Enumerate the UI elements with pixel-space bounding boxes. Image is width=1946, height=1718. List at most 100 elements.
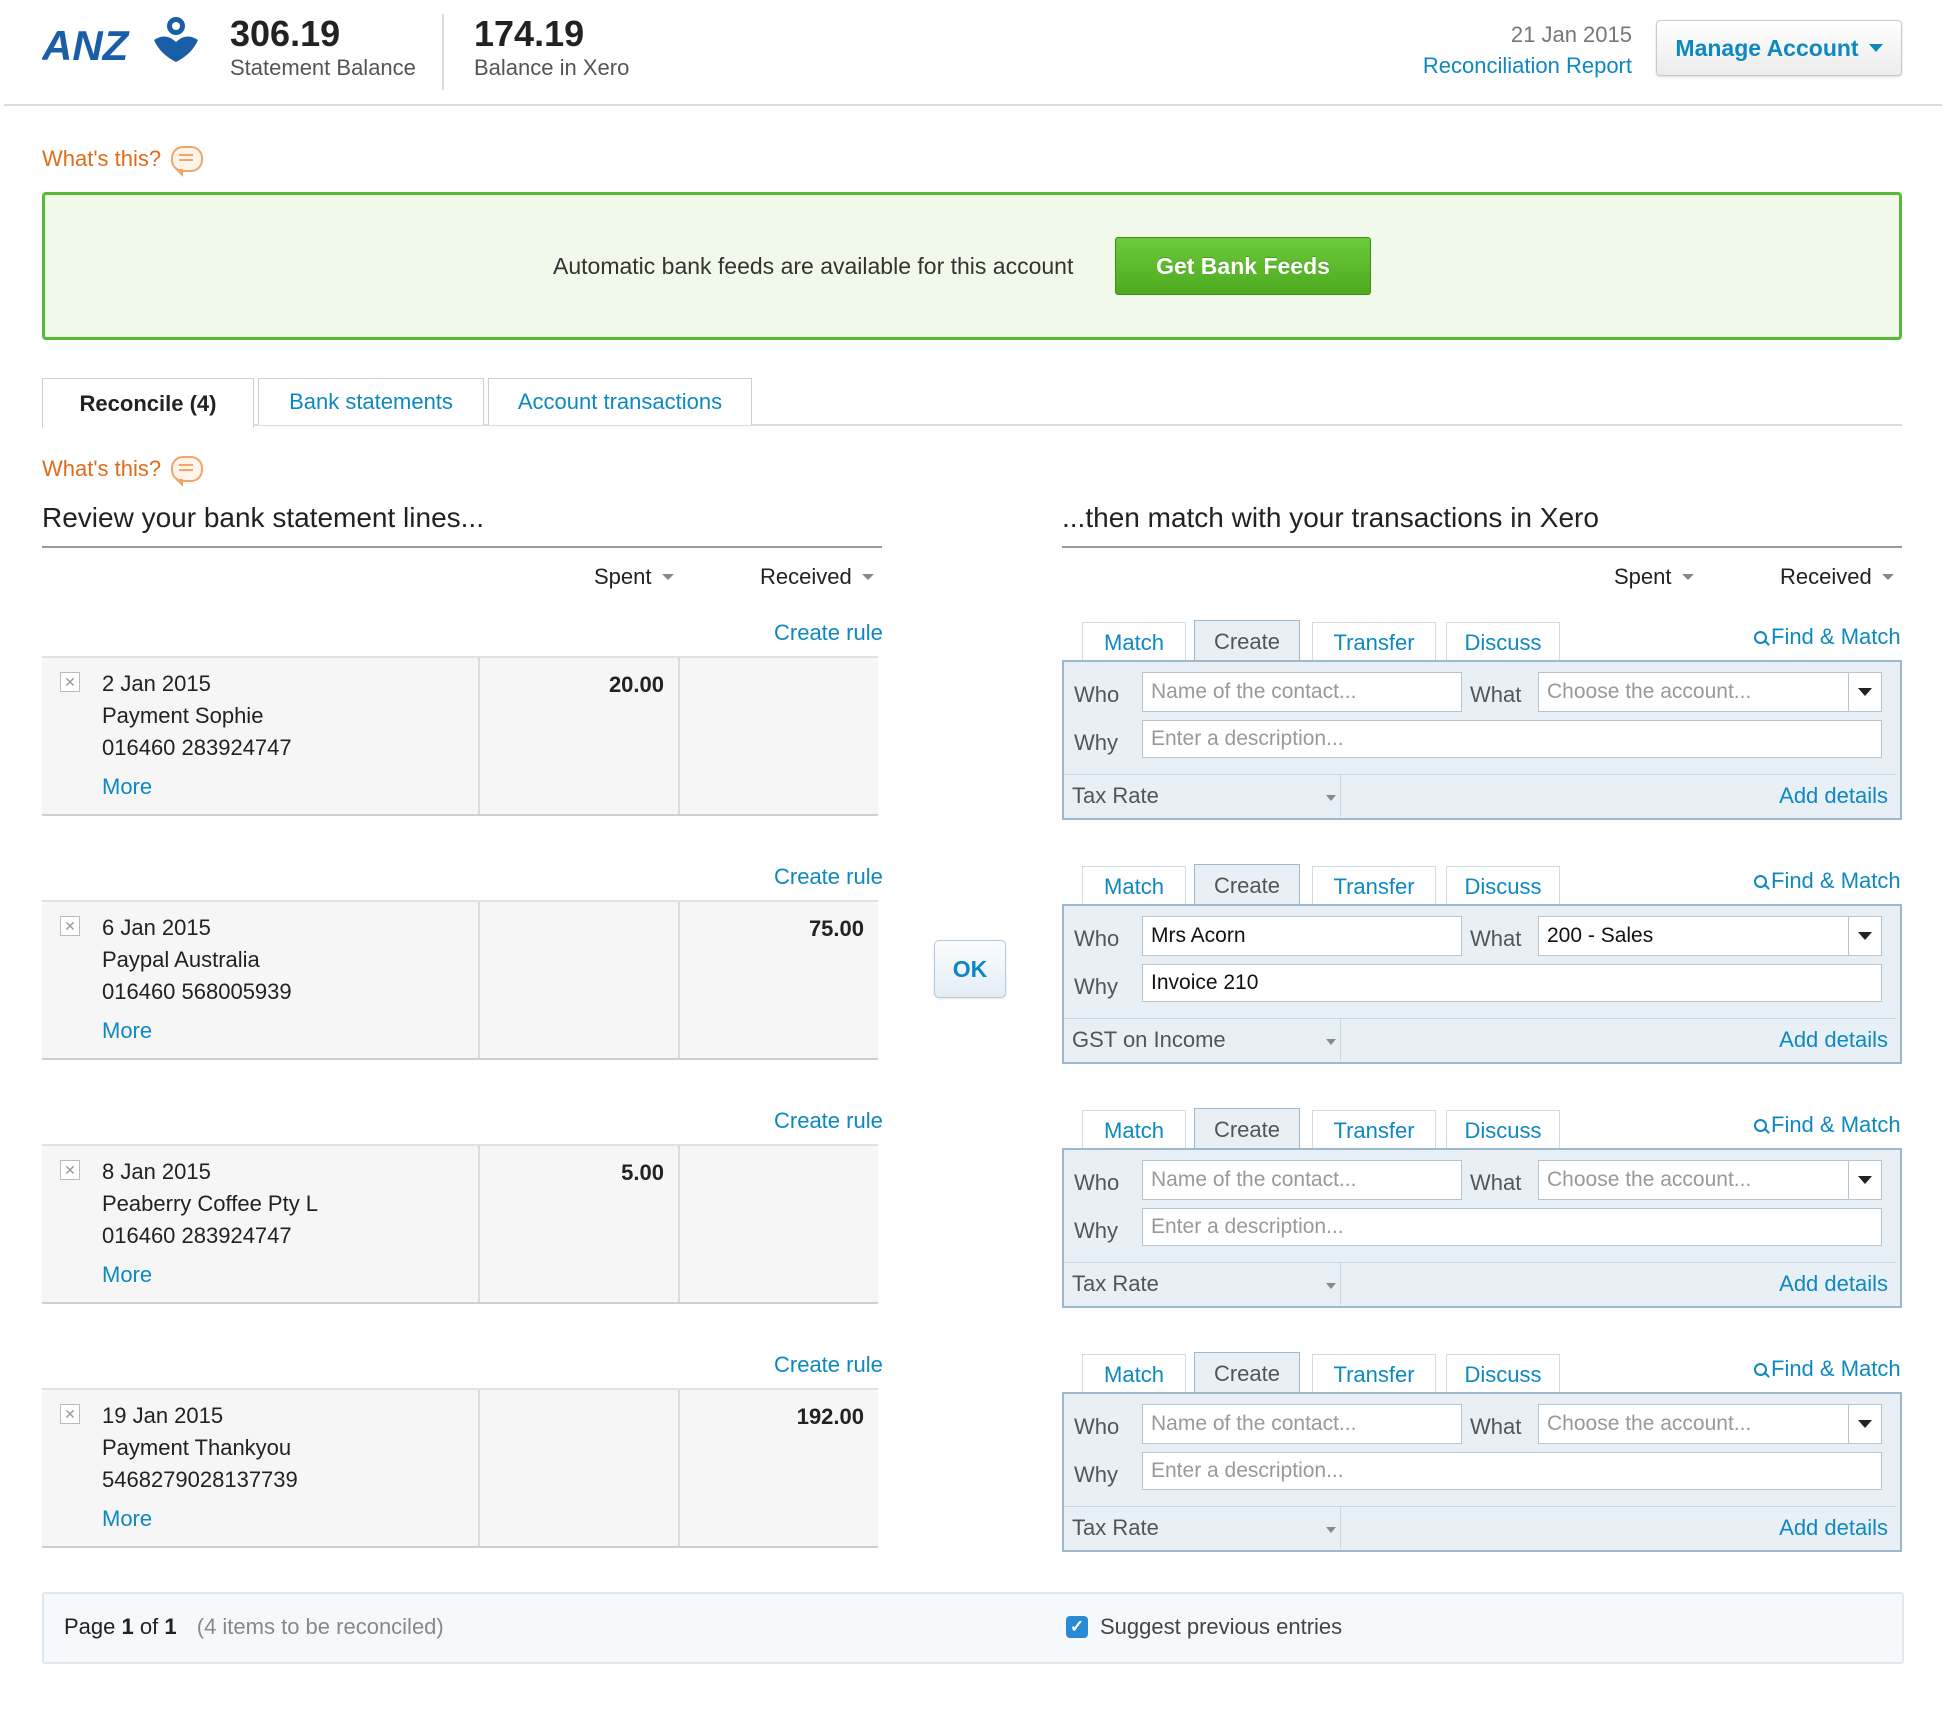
pagination-footer: Page 1 of 1 (4 items to be reconciled) ✓…: [42, 1592, 1904, 1664]
tab-reconcile[interactable]: Reconcile (4): [42, 378, 254, 428]
tax-rate-select[interactable]: GST on Income: [1064, 1019, 1341, 1061]
search-icon: [1754, 874, 1767, 888]
suggest-previous-entries[interactable]: ✓ Suggest previous entries: [1066, 1614, 1342, 1640]
find-match-link[interactable]: Find & Match: [1754, 1356, 1901, 1382]
left-received-sort[interactable]: Received: [760, 564, 874, 590]
right-received-sort[interactable]: Received: [1780, 564, 1894, 590]
create-rule-link[interactable]: Create rule: [774, 1352, 883, 1378]
why-input[interactable]: Enter a description...: [1142, 720, 1882, 758]
add-details-link[interactable]: Add details: [1779, 1027, 1888, 1053]
find-match-label: Find & Match: [1771, 868, 1901, 893]
more-link[interactable]: More: [102, 1018, 152, 1044]
statement-balance-label: Statement Balance: [230, 55, 416, 80]
get-bank-feeds-button[interactable]: Get Bank Feeds: [1115, 237, 1371, 295]
tax-rate-select[interactable]: Tax Rate: [1064, 775, 1341, 817]
who-input[interactable]: Mrs Acorn: [1142, 916, 1462, 956]
ok-button[interactable]: OK: [934, 940, 1006, 998]
chevron-down-icon: [1326, 1039, 1336, 1045]
create-rule-link[interactable]: Create rule: [774, 864, 883, 890]
dropdown-arrow-icon[interactable]: [1848, 673, 1881, 711]
find-match-link[interactable]: Find & Match: [1754, 1112, 1901, 1138]
right-title-rule: [1062, 546, 1902, 548]
tab-transfer[interactable]: Transfer: [1312, 1354, 1436, 1395]
more-link[interactable]: More: [102, 1262, 152, 1288]
find-match-link[interactable]: Find & Match: [1754, 624, 1901, 650]
whats-this-link-2[interactable]: What's this?: [42, 456, 204, 487]
right-spent-sort[interactable]: Spent: [1614, 564, 1694, 590]
tab-create[interactable]: Create: [1194, 1352, 1300, 1395]
what-select[interactable]: Choose the account...: [1538, 1160, 1882, 1200]
why-value: Enter a description...: [1151, 1215, 1344, 1238]
manage-account-label: Manage Account: [1675, 34, 1859, 61]
tax-rate-select[interactable]: Tax Rate: [1064, 1507, 1341, 1549]
left-spent-sort[interactable]: Spent: [594, 564, 674, 590]
create-rule-link[interactable]: Create rule: [774, 620, 883, 646]
close-icon[interactable]: ✕: [60, 916, 80, 936]
dropdown-arrow-icon[interactable]: [1848, 1161, 1881, 1199]
tab-create[interactable]: Create: [1194, 864, 1300, 907]
tab-transfer[interactable]: Transfer: [1312, 1110, 1436, 1151]
whats-this-label: What's this?: [42, 146, 162, 171]
close-icon[interactable]: ✕: [60, 1404, 80, 1424]
what-select[interactable]: 200 - Sales: [1538, 916, 1882, 956]
why-input[interactable]: Enter a description...: [1142, 1452, 1882, 1490]
more-link[interactable]: More: [102, 1506, 152, 1532]
tab-match[interactable]: Match: [1082, 1354, 1186, 1395]
reconciliation-report-link[interactable]: Reconciliation Report: [1423, 50, 1632, 82]
who-value: Name of the contact...: [1151, 680, 1357, 703]
tab-discuss[interactable]: Discuss: [1446, 1110, 1560, 1151]
manage-account-button[interactable]: Manage Account: [1656, 20, 1902, 76]
close-icon[interactable]: ✕: [60, 672, 80, 692]
why-label: Why: [1074, 1462, 1118, 1487]
dropdown-arrow-icon[interactable]: [1848, 1405, 1881, 1443]
create-rule-link[interactable]: Create rule: [774, 1108, 883, 1134]
why-label: Why: [1074, 974, 1118, 999]
column-separator: [678, 1390, 680, 1546]
find-match-link[interactable]: Find & Match: [1754, 868, 1901, 894]
tab-account-transactions[interactable]: Account transactions: [488, 378, 752, 425]
bank-feeds-banner: Automatic bank feeds are available for t…: [42, 192, 1902, 340]
tab-transfer[interactable]: Transfer: [1312, 622, 1436, 663]
add-details-link[interactable]: Add details: [1779, 1515, 1888, 1541]
what-value: Choose the account...: [1547, 680, 1752, 703]
suggest-checkbox[interactable]: ✓: [1066, 1616, 1088, 1638]
dropdown-arrow-icon[interactable]: [1848, 917, 1881, 955]
who-value: Name of the contact...: [1151, 1412, 1357, 1435]
tax-rate-select[interactable]: Tax Rate: [1064, 1263, 1341, 1305]
add-details-link[interactable]: Add details: [1779, 783, 1888, 809]
what-select[interactable]: Choose the account...: [1538, 1404, 1882, 1444]
why-input[interactable]: Invoice 210: [1142, 964, 1882, 1002]
statement-line: ✕ 6 Jan 2015 Paypal Australia 016460 568…: [42, 900, 878, 1060]
add-details-link[interactable]: Add details: [1779, 1271, 1888, 1297]
tab-match[interactable]: Match: [1082, 866, 1186, 907]
left-received-label: Received: [760, 564, 852, 589]
tab-discuss[interactable]: Discuss: [1446, 622, 1560, 663]
what-select[interactable]: Choose the account...: [1538, 672, 1882, 712]
tab-bank-statements[interactable]: Bank statements: [258, 378, 484, 425]
chevron-down-icon: [1868, 44, 1883, 52]
who-input[interactable]: Name of the contact...: [1142, 1160, 1462, 1200]
tab-create[interactable]: Create: [1194, 620, 1300, 663]
why-input[interactable]: Enter a description...: [1142, 1208, 1882, 1246]
tab-transfer[interactable]: Transfer: [1312, 866, 1436, 907]
xero-balance: 174.19 Balance in Xero: [474, 14, 629, 82]
whats-this-link[interactable]: What's this?: [42, 146, 204, 177]
line-payee: Paypal Australia: [102, 947, 260, 972]
left-spent-label: Spent: [594, 564, 652, 589]
line-payee: Payment Thankyou: [102, 1435, 292, 1460]
column-separator: [678, 902, 680, 1058]
tab-create[interactable]: Create: [1194, 1108, 1300, 1151]
tab-match[interactable]: Match: [1082, 1110, 1186, 1151]
who-input[interactable]: Name of the contact...: [1142, 1404, 1462, 1444]
statement-line: ✕ 19 Jan 2015 Payment Thankyou 546827902…: [42, 1388, 878, 1548]
tab-match[interactable]: Match: [1082, 622, 1186, 663]
tab-discuss[interactable]: Discuss: [1446, 866, 1560, 907]
close-icon[interactable]: ✕: [60, 1160, 80, 1180]
create-transaction-panel: Who Name of the contact... What Choose t…: [1062, 1148, 1902, 1308]
who-label: Who: [1074, 926, 1120, 951]
tab-discuss[interactable]: Discuss: [1446, 1354, 1560, 1395]
who-input[interactable]: Name of the contact...: [1142, 672, 1462, 712]
svg-text:ANZ: ANZ: [42, 22, 130, 69]
why-value: Enter a description...: [1151, 1459, 1344, 1482]
more-link[interactable]: More: [102, 774, 152, 800]
